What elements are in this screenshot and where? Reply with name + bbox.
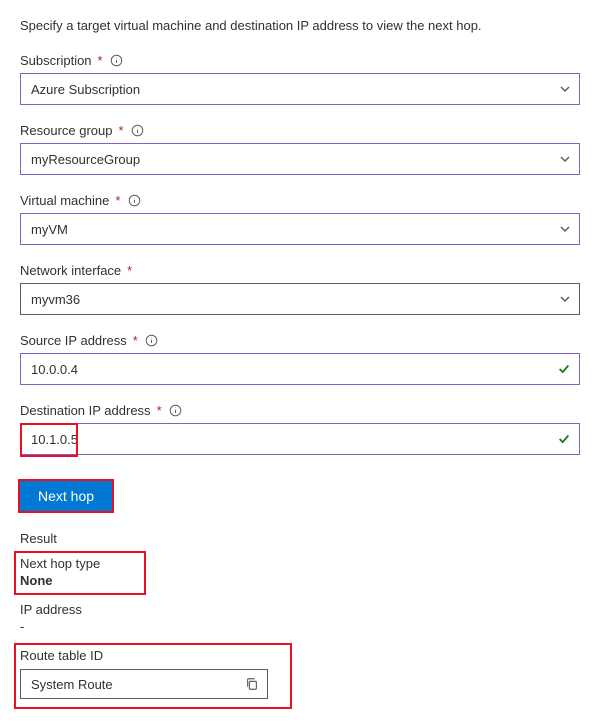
destination-ip-label-text: Destination IP address [20,403,151,418]
info-icon[interactable] [110,54,124,68]
network-interface-field: Network interface * myvm36 [20,263,580,315]
checkmark-icon [557,362,571,376]
source-ip-field: Source IP address * 10.0.0.4 [20,333,580,385]
ip-address-label: IP address [20,602,580,617]
virtual-machine-field: Virtual machine * myVM [20,193,580,245]
chevron-down-icon [559,293,571,305]
next-hop-button[interactable]: Next hop [20,481,112,511]
source-ip-label-text: Source IP address [20,333,127,348]
source-ip-value: 10.0.0.4 [31,362,78,377]
resource-group-dropdown[interactable]: myResourceGroup [20,143,580,175]
destination-ip-input[interactable]: 10.1.0.5 [20,423,580,455]
subscription-dropdown[interactable]: Azure Subscription [20,73,580,105]
required-asterisk: * [157,403,162,418]
network-interface-dropdown[interactable]: myvm36 [20,283,580,315]
ip-address-value: - [20,619,580,634]
route-table-value: System Route [31,677,113,692]
required-asterisk: * [119,123,124,138]
next-hop-type-block: Next hop type None [20,556,580,588]
subscription-value: Azure Subscription [31,82,140,97]
info-icon[interactable] [169,404,183,418]
resource-group-value: myResourceGroup [31,152,140,167]
ip-address-block: IP address - [20,602,580,634]
next-hop-type-value: None [20,573,580,588]
resource-group-field: Resource group * myResourceGroup [20,123,580,175]
chevron-down-icon [559,223,571,235]
network-interface-label-text: Network interface [20,263,121,278]
virtual-machine-value: myVM [31,222,68,237]
result-heading: Result [20,531,580,546]
route-table-label: Route table ID [20,648,580,663]
route-table-block: Route table ID System Route [20,648,580,705]
subscription-label-text: Subscription [20,53,92,68]
source-ip-input[interactable]: 10.0.0.4 [20,353,580,385]
subscription-label: Subscription * [20,53,580,68]
required-asterisk: * [115,193,120,208]
destination-ip-label: Destination IP address * [20,403,580,418]
info-icon[interactable] [131,124,145,138]
resource-group-label: Resource group * [20,123,580,138]
route-table-input[interactable]: System Route [20,669,268,699]
next-hop-button-wrap: Next hop [20,481,112,511]
virtual-machine-dropdown[interactable]: myVM [20,213,580,245]
info-icon[interactable] [127,194,141,208]
page-instruction: Specify a target virtual machine and des… [20,18,580,33]
required-asterisk: * [98,53,103,68]
virtual-machine-label-text: Virtual machine [20,193,109,208]
virtual-machine-label: Virtual machine * [20,193,580,208]
next-hop-type-label: Next hop type [20,556,580,571]
resource-group-label-text: Resource group [20,123,113,138]
checkmark-icon [557,432,571,446]
network-interface-value: myvm36 [31,292,80,307]
network-interface-label: Network interface * [20,263,580,278]
subscription-field: Subscription * Azure Subscription [20,53,580,105]
copy-icon[interactable] [245,677,259,691]
required-asterisk: * [133,333,138,348]
destination-ip-value: 10.1.0.5 [31,432,78,447]
destination-ip-field: Destination IP address * 10.1.0.5 [20,403,580,455]
chevron-down-icon [559,153,571,165]
info-icon[interactable] [145,334,159,348]
chevron-down-icon [559,83,571,95]
source-ip-label: Source IP address * [20,333,580,348]
required-asterisk: * [127,263,132,278]
